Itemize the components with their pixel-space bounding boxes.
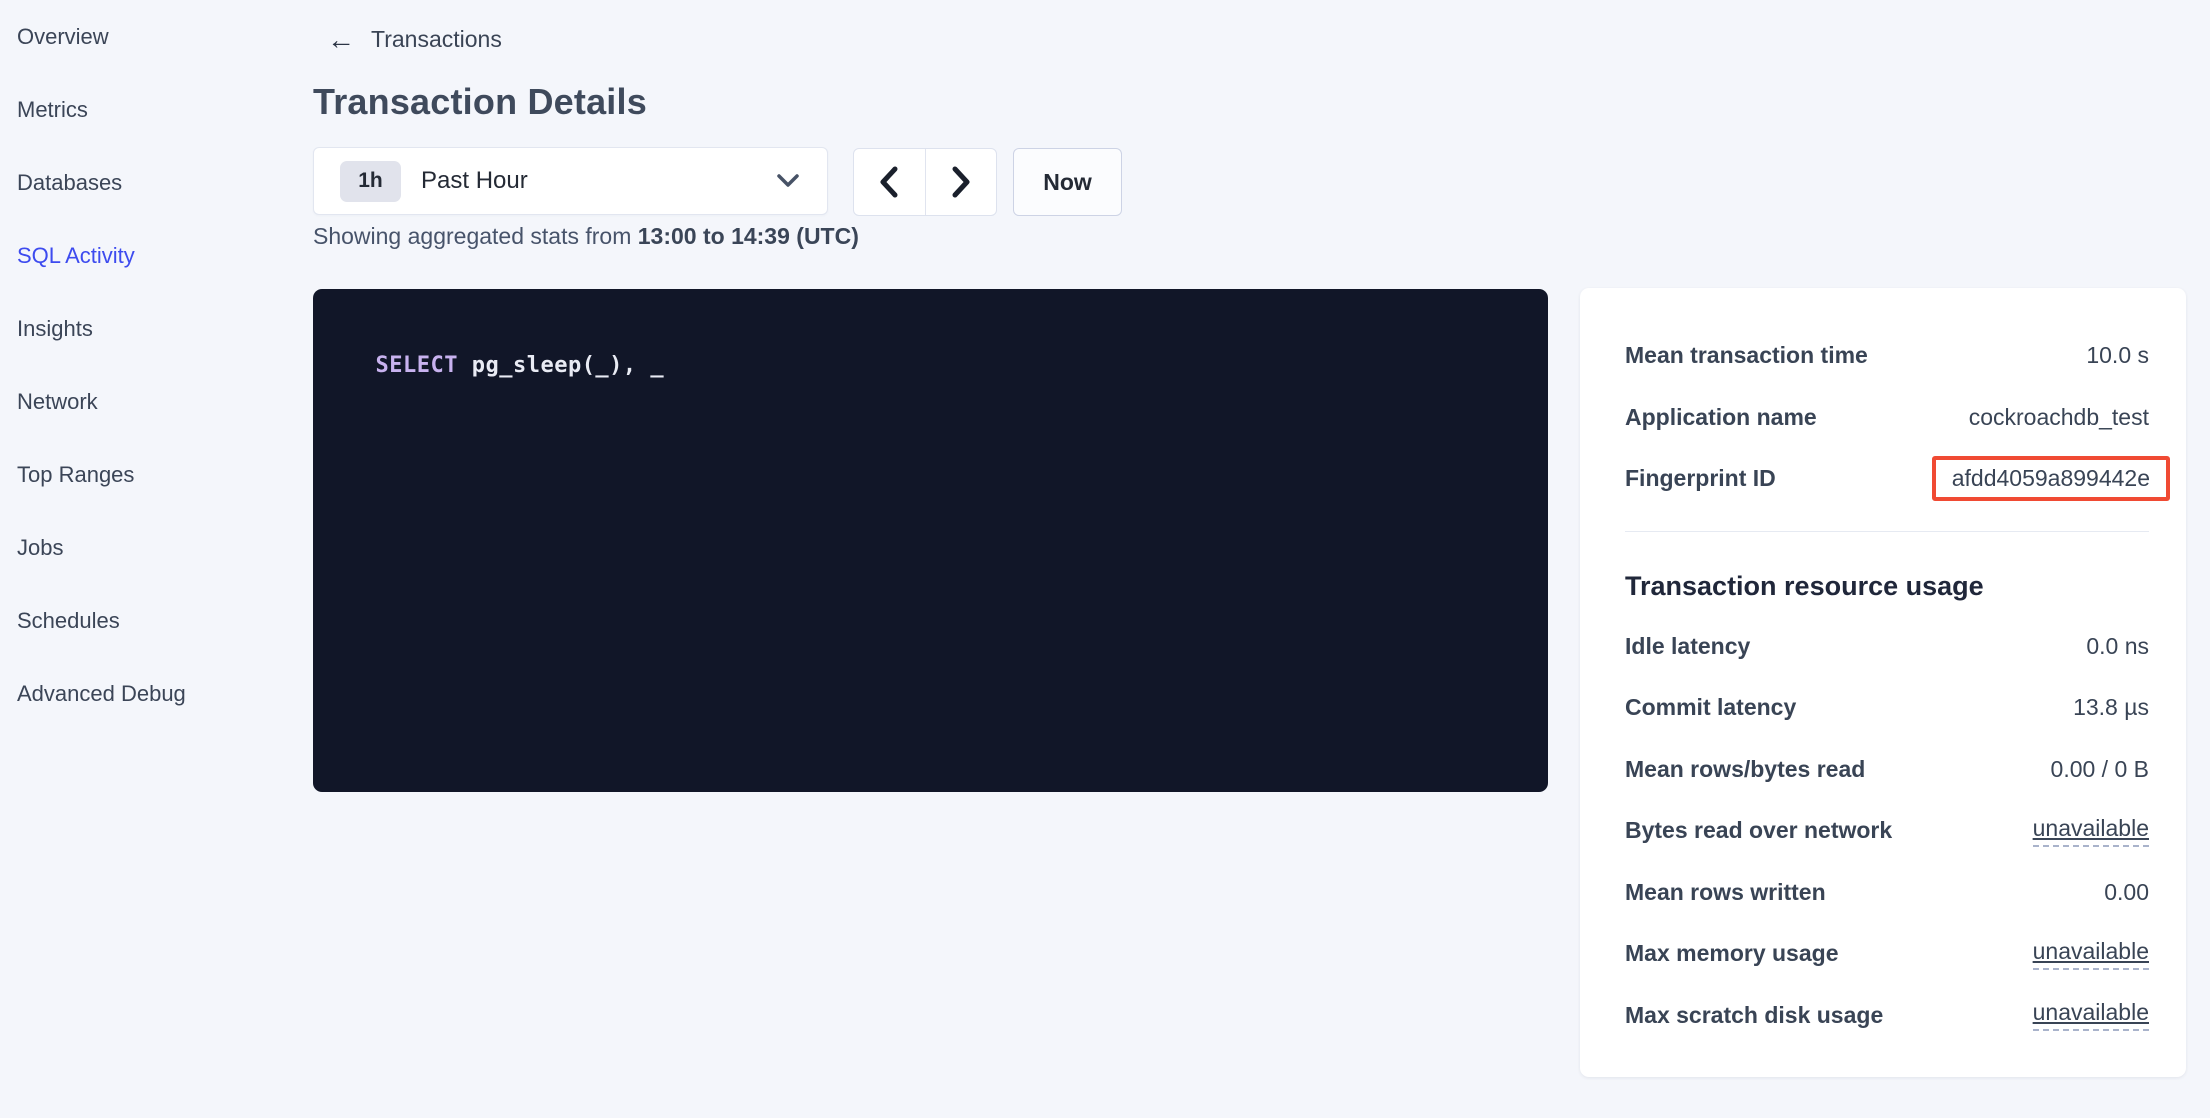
detail-row-idle-latency: Idle latency 0.0 ns <box>1625 616 2149 678</box>
detail-label: Mean rows written <box>1625 879 1826 906</box>
detail-label: Fingerprint ID <box>1625 465 1776 492</box>
detail-value: 0.0 ns <box>2086 633 2149 660</box>
detail-value[interactable]: unavailable <box>2033 999 2149 1031</box>
detail-row-commit-latency: Commit latency 13.8 µs <box>1625 677 2149 739</box>
sidebar-item-sql-activity[interactable]: SQL Activity <box>17 242 186 269</box>
card-divider <box>1625 531 2149 532</box>
summary-rows: Mean transaction time 10.0 s Application n… <box>1625 325 2149 510</box>
back-arrow-icon[interactable]: ← <box>327 28 355 51</box>
resource-rows: Idle latency 0.0 ns Commit latency 13.8 µs M… <box>1625 616 2149 1047</box>
sql-statement-box: SELECT pg_sleep(_), _ <box>313 289 1548 792</box>
sidebar-item-advanced-debug[interactable]: Advanced Debug <box>17 680 186 707</box>
sidebar-item-metrics[interactable]: Metrics <box>17 96 186 123</box>
detail-value: afdd4059a899442e <box>1952 465 2150 491</box>
transaction-details-card: Mean transaction time 10.0 s Application n… <box>1580 288 2186 1077</box>
detail-row-mean-rows-written: Mean rows written 0.00 <box>1625 862 2149 924</box>
detail-row-mean-transaction-time: Mean transaction time 10.0 s <box>1625 325 2149 387</box>
detail-value[interactable]: unavailable <box>2033 815 2149 847</box>
previous-time-range-button[interactable] <box>854 149 926 215</box>
time-range-badge: 1h <box>340 161 401 202</box>
sidebar-nav: Overview Metrics Databases SQL Activity Insi… <box>0 0 300 1118</box>
time-range-selected: Past Hour <box>421 167 777 195</box>
detail-row-application-name: Application name cockroachdb_test <box>1625 387 2149 449</box>
breadcrumb[interactable]: ← Transactions <box>327 26 502 53</box>
sidebar-item-list: Overview Metrics Databases SQL Activity Insi… <box>17 23 186 753</box>
detail-row-mean-rows-bytes-read: Mean rows/bytes read 0.00 / 0 B <box>1625 739 2149 801</box>
chevron-down-icon <box>777 174 799 188</box>
detail-label: Commit latency <box>1625 694 1796 721</box>
detail-label: Mean rows/bytes read <box>1625 756 1865 783</box>
stats-summary-prefix: Showing aggregated stats from <box>313 223 638 249</box>
sidebar-item-jobs[interactable]: Jobs <box>17 534 186 561</box>
fingerprint-highlight-box: afdd4059a899442e <box>1932 456 2170 501</box>
now-button[interactable]: Now <box>1013 148 1122 216</box>
detail-value: 10.0 s <box>2086 342 2149 369</box>
detail-label: Mean transaction time <box>1625 342 1868 369</box>
detail-value: 0.00 <box>2104 879 2149 906</box>
detail-row-bytes-read-over-network: Bytes read over network unavailable <box>1625 800 2149 862</box>
chevron-right-icon <box>951 166 971 198</box>
sidebar-item-databases[interactable]: Databases <box>17 169 186 196</box>
sidebar-item-schedules[interactable]: Schedules <box>17 607 186 634</box>
time-range-dropdown[interactable]: 1h Past Hour <box>313 147 828 215</box>
chevron-left-icon <box>879 166 899 198</box>
detail-label: Max memory usage <box>1625 940 1838 967</box>
detail-row-fingerprint-id: Fingerprint ID afdd4059a899442e <box>1625 448 2149 510</box>
detail-row-max-memory-usage: Max memory usage unavailable <box>1625 923 2149 985</box>
detail-value: 0.00 / 0 B <box>2051 756 2149 783</box>
resource-usage-section-title: Transaction resource usage <box>1625 571 2149 602</box>
sidebar-item-insights[interactable]: Insights <box>17 315 186 342</box>
detail-value[interactable]: unavailable <box>2033 938 2149 970</box>
detail-label: Bytes read over network <box>1625 817 1892 844</box>
detail-label: Max scratch disk usage <box>1625 1002 1883 1029</box>
detail-label: Idle latency <box>1625 633 1750 660</box>
next-time-range-button[interactable] <box>926 149 997 215</box>
detail-value: cockroachdb_test <box>1969 404 2149 431</box>
stats-summary-range: 13:00 to 14:39 (UTC) <box>638 223 859 249</box>
sidebar-item-top-ranges[interactable]: Top Ranges <box>17 461 186 488</box>
page-title: Transaction Details <box>313 81 647 123</box>
detail-row-max-scratch-disk-usage: Max scratch disk usage unavailable <box>1625 985 2149 1047</box>
sidebar-item-overview[interactable]: Overview <box>17 23 186 50</box>
aggregated-stats-summary: Showing aggregated stats from 13:00 to 1… <box>313 223 859 250</box>
breadcrumb-label[interactable]: Transactions <box>371 26 502 53</box>
time-range-pager <box>853 148 997 216</box>
sql-keyword: SELECT <box>376 353 458 378</box>
detail-label: Application name <box>1625 404 1817 431</box>
sidebar-item-network[interactable]: Network <box>17 388 186 415</box>
detail-value: 13.8 µs <box>2073 694 2149 721</box>
sql-statement-text: pg_sleep(_), _ <box>458 353 664 378</box>
